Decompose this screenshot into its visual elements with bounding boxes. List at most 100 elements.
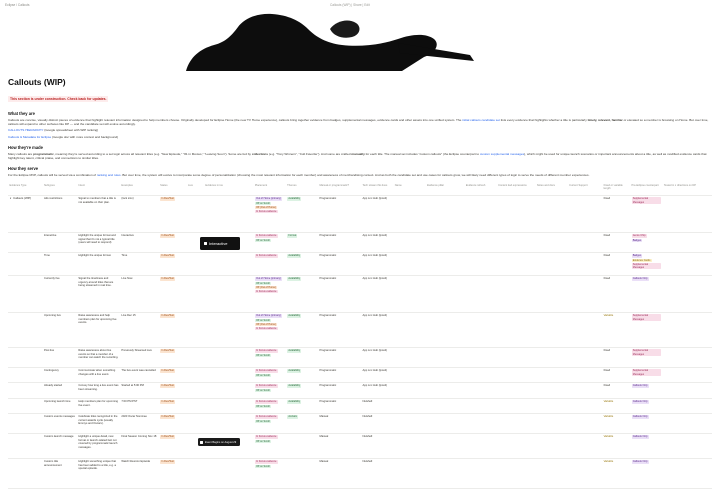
table-cell: Final Season Coming Nov 18	[119, 433, 159, 459]
tree-toggle[interactable]: ▼ Callouts (WIP)	[10, 196, 32, 201]
paragraph-link2: Callouts & Metadata for Eclipse (Google …	[8, 135, 712, 139]
column-header[interactable]: Evidence Type	[8, 183, 43, 196]
table-row[interactable]: Currently live Signal the timeliness and …	[8, 275, 712, 313]
column-header[interactable]: Evidence refresh	[464, 183, 497, 196]
table-cell: In Dev/Test	[158, 367, 187, 383]
manual-or-programmatic: Programmatic	[319, 400, 337, 404]
column-header[interactable]: Status	[158, 183, 187, 196]
column-header[interactable]: Themes	[285, 183, 318, 196]
table-cell	[203, 413, 254, 434]
column-header[interactable]: Live	[186, 183, 204, 196]
breadcrumb[interactable]: Eclipse / Callouts	[5, 3, 29, 7]
column-header[interactable]: Notes and docs	[535, 183, 568, 196]
text: (Google spreadsheet with WIP ranking)	[44, 128, 99, 133]
column-header[interactable]: Evidence pillar	[425, 183, 465, 196]
table-cell: Availability	[285, 382, 318, 399]
example: 2023 Oscar Nominee	[121, 415, 147, 419]
subtype: Ads restrictions	[43, 197, 63, 201]
link-candidate-set[interactable]: initial callouts candidate set	[462, 118, 500, 122]
table-cell	[567, 458, 603, 489]
table-cell: In Focus evidence Off on Scroll	[253, 398, 286, 414]
table-cell	[8, 398, 43, 414]
column-header[interactable]: Subtypes	[42, 183, 77, 196]
table-row[interactable]: Custom title announcement Highlight somet…	[8, 458, 712, 489]
manual-or-programmatic: Programmatic	[319, 384, 337, 388]
table-cell	[285, 458, 318, 489]
example: Live Dec 15	[121, 314, 136, 318]
text: lists every evidence that highlights whe…	[500, 118, 587, 122]
table-cell: 2023 Oscar Nominee	[119, 413, 159, 434]
placement-tag: Out of Home (primary)	[254, 197, 283, 201]
table-row[interactable]: Upcoming live Raise awareness and help me…	[8, 312, 712, 348]
placement-tag: In Focus evidence	[254, 460, 278, 464]
table-cell: Supplemental Messages	[630, 312, 663, 348]
length-value: Fixed	[603, 369, 611, 373]
link-ranking-rules[interactable]: ranking and rules	[97, 173, 121, 177]
table-cell	[464, 367, 497, 383]
counterpart-tag: Supplemental Messages	[631, 369, 661, 377]
column-header[interactable]: Pre-Eclipse counterpart	[630, 183, 663, 196]
table-cell: Callouts Only	[630, 413, 663, 434]
table-cell	[8, 312, 43, 348]
placement-tag: In Focus evidence	[254, 234, 278, 238]
table-row[interactable]: Time Highlight the unique format. Time In D…	[8, 252, 712, 276]
table-cell	[496, 195, 536, 233]
placement-tag: Off on Scroll	[254, 353, 271, 357]
table-cell	[203, 252, 254, 276]
column-header[interactable]: Examples	[119, 183, 159, 196]
table-cell: Variable	[602, 413, 631, 434]
table-row[interactable]: Already started Convey how long a live ev…	[8, 382, 712, 399]
placement-tag: Off on Scroll	[254, 464, 271, 468]
column-header[interactable]: Placement	[253, 183, 286, 196]
table-cell: App Lnc Hub (Ipcelt)	[361, 252, 394, 276]
manual-or-programmatic: Programmatic	[319, 197, 337, 201]
table-cell: Highlight something unique that has been…	[76, 458, 120, 489]
table-cell: Callouts Only	[630, 275, 663, 313]
column-header[interactable]: Fixed or variable length	[602, 183, 631, 196]
intent: Raise awareness and help members plan fo…	[78, 314, 117, 325]
text: for each title. The manual set includes …	[365, 151, 480, 156]
table-cell: In Dev/Test	[158, 252, 187, 276]
table-row[interactable]: Upcoming launch time Help members plan fo…	[8, 398, 712, 414]
counterpart-tag: Supplemental Messages	[631, 314, 661, 322]
table-cell: Highlight the unique format and signal t…	[76, 232, 120, 253]
placement-tag: Off (Out of Home)	[254, 285, 278, 289]
table-cell: 7:00 PM PST	[119, 398, 159, 414]
link-custom-supplemental[interactable]: custom supplemental messages	[480, 152, 524, 156]
table-row[interactable]: Custom launch message Highlight a unique …	[8, 433, 712, 459]
heading-made: How they're made	[8, 144, 43, 150]
table-row[interactable]: ▼ Callouts (WIP) Ads restrictions Signal to…	[8, 195, 712, 233]
link-callouts-metadata[interactable]: Callouts & Metadata for Eclipse	[8, 135, 51, 139]
placement-tag: Off on Scroll	[254, 388, 271, 392]
table-cell: Upcoming launch time	[42, 398, 77, 414]
launch-preview-popup: Event Begins on August 29	[198, 438, 240, 446]
column-header[interactable]: Evidence in ios	[203, 183, 254, 196]
subtype: Upcoming launch time	[43, 400, 71, 404]
table-row[interactable]: Custom events messages Celebrate titles r…	[8, 413, 712, 434]
column-header[interactable]: Tech stream this lives	[361, 183, 394, 196]
column-header[interactable]: Manual or programmatic?	[317, 183, 361, 196]
callouts-table: Evidence Type Subtypes Intent Examples Statu…	[8, 183, 712, 489]
manual-or-programmatic: Programmatic	[319, 349, 337, 353]
column-header[interactable]: Intent	[76, 183, 120, 196]
table-row[interactable]: Interactive Highlight the unique format a…	[8, 232, 712, 253]
column-header[interactable]: Name	[393, 183, 426, 196]
table-cell: Celebrate titles recognized in the curre…	[76, 413, 120, 434]
table-cell	[662, 312, 712, 348]
table-row[interactable]: Contingency Communicate when something ch…	[8, 367, 712, 383]
table-cell	[535, 382, 568, 399]
table-cell: Variable	[602, 398, 631, 414]
column-header[interactable]: Content tied expressions	[496, 183, 536, 196]
column-header[interactable]: Current Support	[567, 183, 603, 196]
table-cell: Availability	[285, 367, 318, 383]
tech-stream: App Lnc Hub (Ipcelt)	[362, 277, 388, 281]
link-callouts-hierarchy[interactable]: CALLOUTS HIERARCHY	[8, 128, 43, 132]
table-cell	[535, 232, 568, 253]
column-header[interactable]: Tested in x directions on DP	[662, 183, 712, 196]
table-cell: Convey how long a live event has been st…	[76, 382, 120, 399]
table-cell: Programmatic	[317, 382, 361, 399]
calendar-icon	[200, 440, 203, 444]
table-row[interactable]: Post live Raise awareness about live even…	[8, 347, 712, 368]
status-badge: In Dev/Test	[160, 435, 176, 439]
counterpart-tag: Supplemental Messages	[631, 349, 661, 357]
